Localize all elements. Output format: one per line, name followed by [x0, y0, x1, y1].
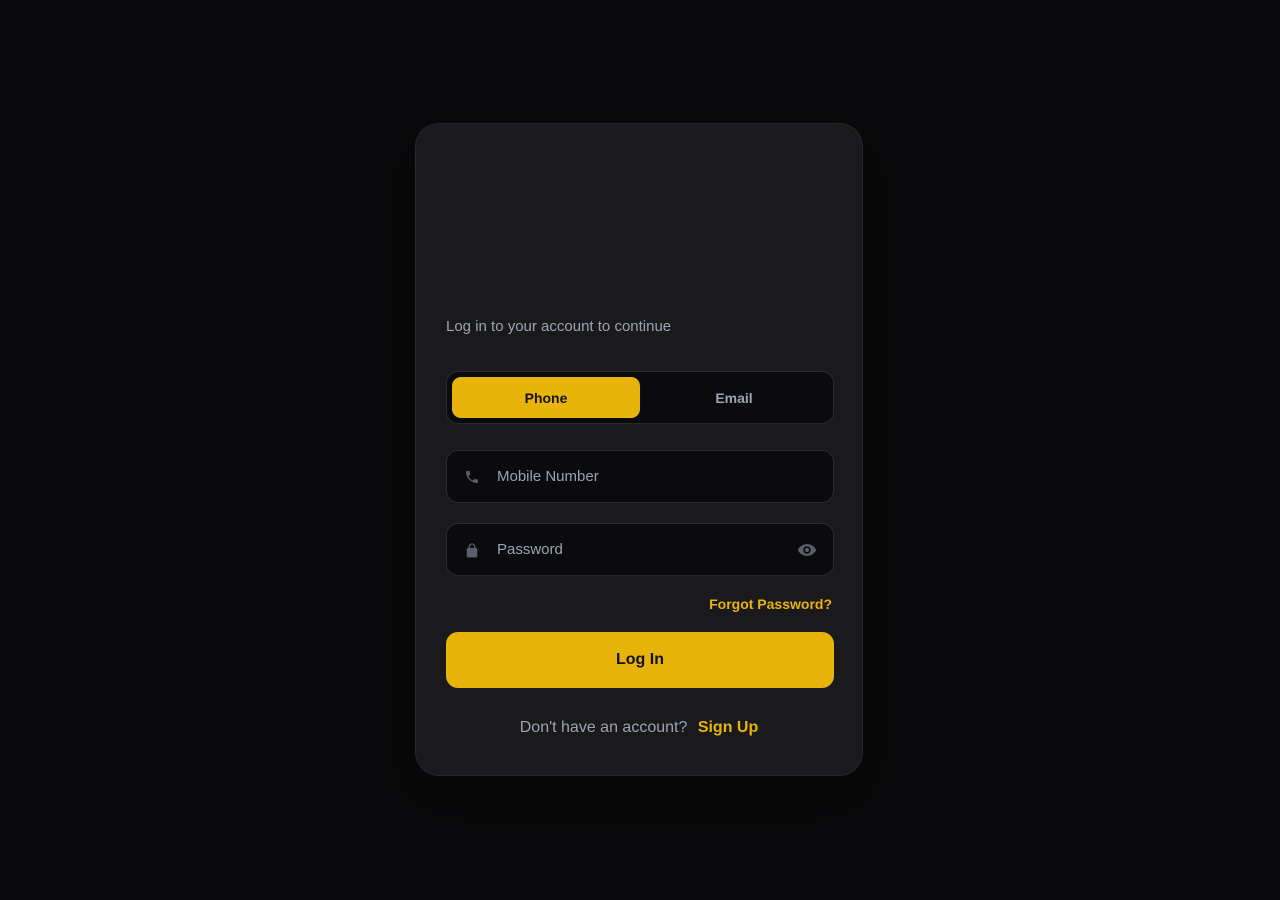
login-button[interactable]: Log In: [446, 632, 834, 688]
password-input[interactable]: [497, 524, 797, 575]
signup-prompt: Don't have an account?: [519, 719, 688, 736]
phone-icon: [464, 469, 480, 485]
forgot-password-link[interactable]: Forgot Password?: [709, 595, 832, 613]
signup-row: Don't have an account? Sign Up: [416, 718, 862, 738]
login-subtitle: Log in to your account to continue: [446, 318, 672, 335]
tab-email[interactable]: Email: [640, 377, 828, 418]
mobile-number-input[interactable]: [497, 451, 833, 502]
eye-icon[interactable]: [797, 540, 817, 560]
password-field: [446, 523, 834, 576]
login-card: Log in to your account to continue Phone…: [415, 123, 863, 776]
login-method-tabs: Phone Email: [446, 371, 834, 424]
tab-phone[interactable]: Phone: [452, 377, 640, 418]
signup-link[interactable]: Sign Up: [698, 719, 758, 736]
mobile-number-field: [446, 450, 834, 503]
lock-icon: [464, 542, 480, 558]
